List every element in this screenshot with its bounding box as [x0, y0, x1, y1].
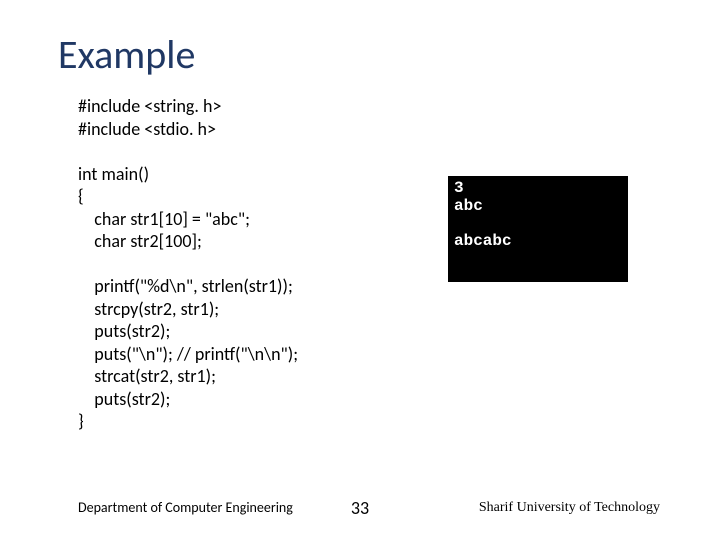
slide-title: Example: [58, 30, 195, 79]
footer-page-number: 33: [351, 497, 369, 519]
program-output-text: 3 abc abcabc: [448, 176, 628, 254]
slide-footer: Department of Computer Engineering 33 Sh…: [0, 499, 720, 516]
footer-university: Sharif University of Technology: [479, 500, 660, 516]
code-block: #include <string. h> #include <stdio. h>…: [78, 95, 298, 433]
program-output-box: 3 abc abcabc: [448, 176, 628, 282]
footer-department: Department of Computer Engineering: [78, 499, 293, 516]
